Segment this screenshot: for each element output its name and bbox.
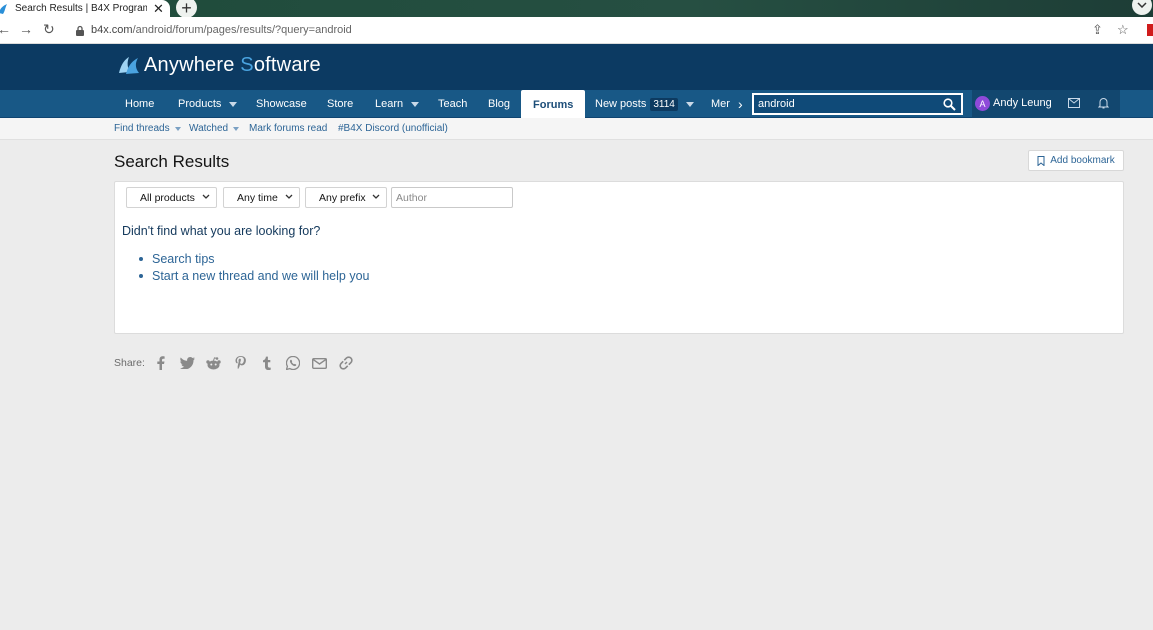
caret-down-icon[interactable]	[174, 126, 181, 131]
nav-products[interactable]: Products	[178, 90, 238, 118]
site-logo[interactable]: Anywhere Software	[118, 53, 321, 77]
search-tips-link[interactable]: Search tips	[139, 252, 370, 266]
share-page-icon[interactable]: ⇪	[1092, 22, 1103, 38]
new-posts-count-badge: 3114	[650, 97, 678, 111]
subnav-mark-forums-read[interactable]: Mark forums read	[249, 123, 327, 134]
nav-learn[interactable]: Learn	[375, 90, 420, 118]
nav-more[interactable]: Mer	[711, 90, 730, 118]
link-icon[interactable]	[338, 355, 354, 371]
nav-blog[interactable]: Blog	[488, 90, 510, 118]
search-icon[interactable]	[943, 98, 956, 111]
products-filter[interactable]: All products	[126, 187, 217, 208]
subnav-discord[interactable]: #B4X Discord (unofficial)	[338, 123, 448, 134]
close-tab-icon[interactable]: ✕	[153, 2, 164, 15]
share-label: Share:	[114, 357, 145, 369]
caret-down-icon[interactable]	[411, 101, 420, 107]
chevron-down-icon	[285, 194, 293, 199]
author-input[interactable]	[391, 187, 513, 208]
subnav-find-threads[interactable]: Find threads	[114, 123, 181, 134]
not-found-message: Didn't find what you are looking for?	[122, 224, 321, 238]
whatsapp-icon[interactable]	[285, 355, 301, 371]
new-tab-button[interactable]: +	[176, 0, 197, 18]
url-field[interactable]: b4x.com/android/forum/pages/results/?que…	[91, 24, 352, 36]
browser-tab[interactable]: Search Results | B4X Programmin ✕	[0, 0, 170, 17]
time-filter[interactable]: Any time	[223, 187, 300, 208]
browser-address-bar: ← → ↻ b4x.com/android/forum/pages/result…	[0, 17, 1153, 44]
bell-icon[interactable]	[1098, 97, 1109, 109]
search-box	[752, 93, 963, 115]
bookmark-icon	[1037, 155, 1045, 166]
prefix-filter[interactable]: Any prefix	[305, 187, 387, 208]
reddit-icon[interactable]	[206, 355, 222, 371]
tumblr-icon[interactable]	[259, 355, 275, 371]
site-header: Anywhere Software	[0, 44, 1153, 90]
search-results-block: All products Any time Any prefix Didn't …	[114, 181, 1124, 334]
user-area: A Andy Leung	[972, 90, 1120, 118]
avatar[interactable]: A	[975, 96, 990, 111]
envelope-icon[interactable]	[1068, 98, 1080, 108]
b4x-favicon-icon	[0, 3, 7, 14]
nav-forums[interactable]: Forums	[521, 90, 586, 119]
facebook-icon[interactable]	[153, 355, 169, 371]
help-links-list: Search tips Start a new thread and we wi…	[139, 252, 370, 286]
twitter-icon[interactable]	[179, 355, 195, 371]
page-title: Search Results	[114, 152, 230, 171]
share-bar: Share:	[114, 355, 365, 371]
reload-icon[interactable]: ↻	[43, 21, 55, 38]
chevron-down-icon	[372, 194, 380, 199]
nav-scroll-chevron-right-icon[interactable]: ›	[738, 96, 743, 112]
tab-title: Search Results | B4X Programmin	[15, 3, 147, 14]
sub-navbar: Find threads Watched Mark forums read #B…	[0, 118, 1153, 140]
chevron-down-icon	[202, 194, 210, 199]
back-arrow-icon[interactable]: ←	[0, 21, 11, 37]
browser-tabstrip: Search Results | B4X Programmin ✕ +	[0, 0, 1153, 18]
user-name-link[interactable]: Andy Leung	[993, 97, 1052, 109]
nav-showcase[interactable]: Showcase	[256, 90, 307, 118]
brand-name: Anywhere Software	[144, 53, 321, 76]
logo-wave-icon	[119, 57, 139, 74]
caret-down-icon[interactable]	[233, 126, 240, 131]
forward-arrow-icon[interactable]: →	[19, 21, 33, 37]
pinterest-icon[interactable]	[232, 355, 248, 371]
extension-icon[interactable]	[1147, 24, 1153, 36]
add-bookmark-button[interactable]: Add bookmark	[1028, 150, 1124, 171]
search-input[interactable]	[754, 98, 934, 110]
tab-search-chevron-icon[interactable]	[1132, 0, 1152, 15]
nav-home[interactable]: Home	[125, 90, 154, 118]
nav-new-posts[interactable]: New posts 3114	[595, 90, 694, 118]
caret-down-icon[interactable]	[229, 101, 238, 107]
main-navbar: Home Products Showcase Store Learn Teach…	[0, 90, 1153, 119]
lock-icon[interactable]	[75, 25, 85, 36]
email-share-icon[interactable]	[312, 355, 328, 371]
start-new-thread-link[interactable]: Start a new thread and we will help you	[139, 269, 370, 283]
caret-down-icon[interactable]	[685, 101, 694, 107]
nav-teach[interactable]: Teach	[438, 90, 467, 118]
nav-store[interactable]: Store	[327, 90, 353, 118]
subnav-watched[interactable]: Watched	[189, 123, 240, 134]
star-icon[interactable]: ☆	[1117, 22, 1129, 38]
